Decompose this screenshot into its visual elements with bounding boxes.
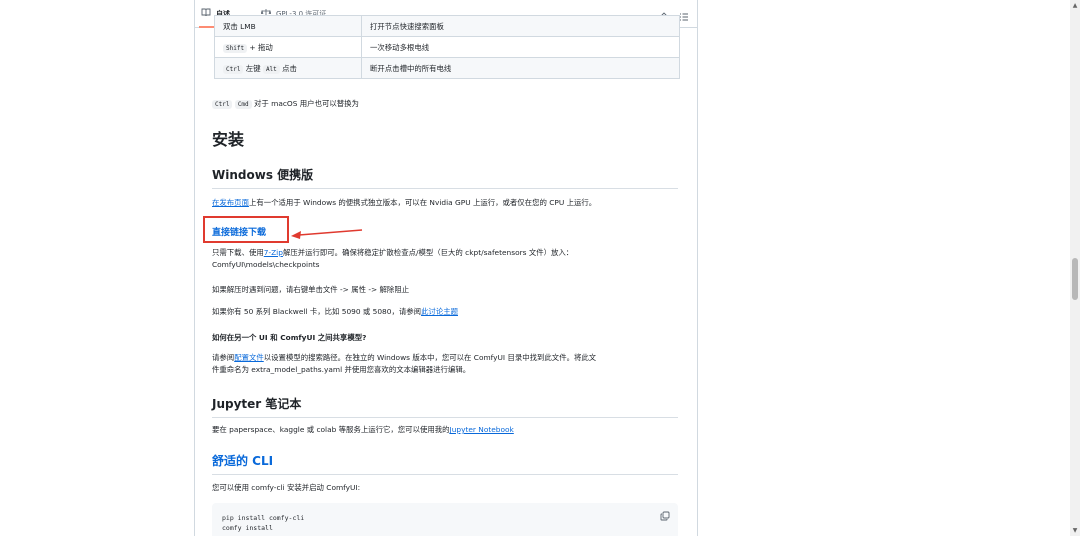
table-row: Shift + 拖动 一次移动多根电线 bbox=[214, 36, 680, 58]
jupyter-paragraph: 要在 paperspace、kaggle 或 colab 等服务上运行它，您可以… bbox=[212, 424, 514, 436]
list-icon[interactable] bbox=[679, 7, 689, 26]
readme-panel: 自述 GPL-3.0 许可证 双击 LMB 打开节点快速搜索面板 Shift +… bbox=[194, 0, 698, 536]
mac-note: Ctrl Cmd 对于 macOS 用户也可以替换为 bbox=[212, 98, 359, 111]
7zip-link[interactable]: 7-Zip bbox=[264, 248, 283, 257]
blackwell-paragraph: 如果你有 50 系列 Blackwell 卡，比如 5090 或 5080，请参… bbox=[212, 306, 458, 318]
comfy-cli-heading[interactable]: 舒适的 CLI bbox=[212, 452, 678, 475]
table-row: 双击 LMB 打开节点快速搜索面板 bbox=[214, 15, 680, 37]
shortcut-key-text: 左键 bbox=[243, 63, 263, 73]
windows-text: 上有一个适用于 Windows 的便携式独立版本，可以在 Nvidia GPU … bbox=[248, 198, 597, 207]
config-file-link[interactable]: 配置文件 bbox=[234, 353, 264, 362]
blackwell-text: 如果你有 50 系列 Blackwell 卡，比如 5090 或 5080，请参… bbox=[212, 307, 422, 316]
share-models-paragraph: 请参阅配置文件以设置模型的搜索路径。在独立的 Windows 版本中，您可以在 … bbox=[212, 352, 678, 376]
shortcuts-table: 双击 LMB 打开节点快速搜索面板 Shift + 拖动 一次移动多根电线 Ct… bbox=[214, 15, 680, 79]
scrollbar-thumb[interactable] bbox=[1072, 258, 1078, 300]
kbd-alt: Alt bbox=[262, 64, 280, 74]
highlight-arrow-icon bbox=[291, 229, 363, 239]
scroll-up-icon[interactable]: ▲ bbox=[1072, 2, 1078, 9]
shortcut-desc: 断开点击槽中的所有电线 bbox=[361, 57, 680, 79]
shortcut-desc: 打开节点快速搜索面板 bbox=[361, 15, 680, 37]
kbd-shift: Shift bbox=[223, 43, 248, 53]
shortcut-key-text: 点击 bbox=[279, 63, 297, 73]
highlight-box bbox=[203, 216, 289, 243]
jupyter-notebook-link[interactable]: Jupyter Notebook bbox=[450, 425, 514, 434]
shortcut-key: Shift + 拖动 bbox=[214, 36, 362, 58]
windows-paragraph: 在发布页面上有一个适用于 Windows 的便携式独立版本，可以在 Nvidia… bbox=[212, 197, 596, 209]
windows-portable-heading: Windows 便携版 bbox=[212, 166, 678, 189]
code-line: comfy install bbox=[222, 524, 273, 532]
jupyter-text: 要在 paperspace、kaggle 或 colab 等服务上运行它，您可以… bbox=[212, 425, 450, 434]
releases-page-link[interactable]: 在发布页面 bbox=[212, 198, 249, 207]
mac-note-text: 对于 macOS 用户也可以替换为 bbox=[251, 99, 359, 108]
jupyter-heading: Jupyter 笔记本 bbox=[212, 395, 678, 418]
kbd-cmd: Cmd bbox=[234, 100, 252, 109]
scroll-down-icon[interactable]: ▼ bbox=[1072, 527, 1078, 534]
code-line: pip install comfy-cli bbox=[222, 514, 305, 522]
share-text-c: 件重命名为 extra_model_paths.yaml 并使用您喜欢的文本编辑… bbox=[212, 365, 471, 374]
cli-paragraph: 您可以使用 comfy-cli 安装并启动 ComfyUI: bbox=[212, 483, 361, 492]
shortcut-desc: 一次移动多根电线 bbox=[361, 36, 680, 58]
unblock-paragraph: 如果解压时遇到问题，请右键单击文件 -> 属性 -> 解除阻止 bbox=[212, 285, 410, 294]
share-models-heading: 如何在另一个 UI 和 ComfyUI 之间共享模型? bbox=[212, 333, 367, 342]
discussion-link[interactable]: 此讨论主题 bbox=[421, 307, 458, 316]
shortcut-key: Ctrl 左键 Alt 点击 bbox=[214, 57, 362, 79]
checkpoints-path: ComfyUI\models\checkpoints bbox=[212, 260, 320, 269]
shortcut-key-text: + 拖动 bbox=[247, 42, 273, 52]
kbd-ctrl: Ctrl bbox=[212, 100, 233, 109]
table-row: Ctrl 左键 Alt 点击 断开点击槽中的所有电线 bbox=[214, 57, 680, 79]
install-heading: 安装 bbox=[212, 130, 245, 149]
cli-code-block: pip install comfy-cli comfy install bbox=[212, 503, 678, 536]
share-text-a: 请参阅 bbox=[212, 353, 235, 362]
shortcut-key: 双击 LMB bbox=[214, 15, 362, 37]
kbd-ctrl: Ctrl bbox=[223, 64, 244, 74]
direct-text-b: 解压并运行即可。确保将稳定扩散检查点/模型（巨大的 ckpt/safetenso… bbox=[282, 248, 574, 257]
direct-download-paragraph: 只需下载、使用7-Zip解压并运行即可。确保将稳定扩散检查点/模型（巨大的 ck… bbox=[212, 247, 573, 271]
direct-text-a: 只需下载、使用 bbox=[212, 248, 264, 257]
page-scrollbar[interactable]: ▲ ▼ bbox=[1070, 0, 1080, 536]
share-text-b: 以设置模型的搜索路径。在独立的 Windows 版本中，您可以在 ComfyUI… bbox=[263, 353, 597, 362]
copy-icon[interactable] bbox=[660, 511, 670, 523]
